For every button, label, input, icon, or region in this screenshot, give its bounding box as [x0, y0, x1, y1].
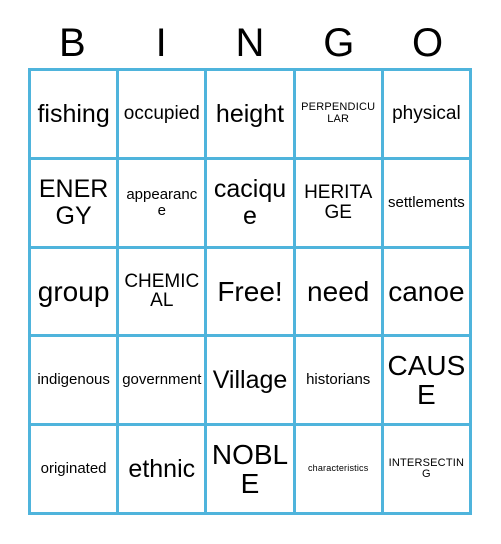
bingo-cell-label: HERITAGE: [304, 181, 373, 223]
bingo-header-letter-i: I: [155, 21, 167, 65]
bingo-header-letter-n: N: [235, 21, 265, 65]
bingo-cell-label: government: [122, 371, 202, 389]
bingo-cell-label: originated: [40, 460, 107, 478]
bingo-cell-label: characteristics: [307, 463, 369, 474]
bingo-cell[interactable]: characteristics: [295, 426, 384, 515]
bingo-cell[interactable]: PERPENDICULAR: [295, 71, 384, 160]
bingo-cell[interactable]: Village: [207, 337, 296, 427]
bingo-cell-label: height: [215, 99, 285, 128]
bingo-cell[interactable]: physical: [383, 71, 472, 160]
bingo-cell-label: CAUSE: [387, 349, 466, 411]
bingo-cell-label: PERPENDICULAR: [301, 101, 376, 125]
bingo-cell[interactable]: group: [31, 248, 120, 338]
bingo-cell-label: indigenous: [37, 371, 110, 389]
bingo-cell[interactable]: CAUSE: [383, 337, 472, 427]
bingo-cell-label: Village: [212, 366, 288, 395]
bingo-cell-label: settlements: [388, 193, 465, 211]
bingo-header-letter-o: O: [412, 21, 444, 65]
bingo-cell[interactable]: CHEMICAL: [119, 248, 208, 338]
bingo-cell[interactable]: government: [119, 337, 208, 427]
bingo-header-letter-b: B: [59, 21, 86, 65]
bingo-cell-label: fishing: [37, 99, 110, 128]
bingo-header-letter-g: G: [323, 21, 355, 65]
bingo-cell[interactable]: occupied: [119, 71, 208, 160]
bingo-cell[interactable]: canoe: [383, 248, 472, 338]
bingo-cell[interactable]: originated: [31, 426, 120, 515]
bingo-cell-label: Free!: [217, 275, 283, 307]
bingo-cell-label: cacique: [213, 175, 287, 230]
bingo-cell-label: CHEMICAL: [124, 270, 200, 312]
bingo-cell[interactable]: fishing: [31, 71, 120, 160]
bingo-cell-label: appearance: [126, 185, 198, 219]
bingo-cell[interactable]: appearance: [119, 159, 208, 249]
bingo-grid: fishing occupied height PERPENDICULAR physic…: [28, 68, 472, 515]
bingo-cell-label: historians: [306, 371, 371, 389]
bingo-cell-label: ethnic: [128, 454, 196, 483]
bingo-cell[interactable]: ethnic: [119, 426, 208, 515]
bingo-cell[interactable]: height: [207, 71, 296, 160]
bingo-cell[interactable]: need: [295, 248, 384, 338]
bingo-card: B I N G O fishing occupied height PERPENDICULAR…: [0, 0, 501, 544]
bingo-cell[interactable]: settlements: [383, 159, 472, 249]
bingo-cell-label: physical: [392, 102, 461, 124]
bingo-cell-label: need: [307, 275, 370, 307]
bingo-cell-label: ENERGY: [38, 175, 109, 230]
bingo-cell[interactable]: INTERSECTING: [383, 426, 472, 515]
bingo-cell[interactable]: ENERGY: [31, 159, 120, 249]
bingo-cell-free-space[interactable]: Free!: [207, 248, 296, 338]
bingo-cell-label: NOBLE: [211, 438, 289, 500]
bingo-cell-label: group: [37, 275, 110, 307]
bingo-cell-label: INTERSECTING: [388, 456, 465, 481]
bingo-cell[interactable]: cacique: [207, 159, 296, 249]
bingo-cell[interactable]: historians: [295, 337, 384, 427]
bingo-cell[interactable]: HERITAGE: [295, 159, 384, 249]
bingo-cell[interactable]: NOBLE: [207, 426, 296, 515]
bingo-cell-label: occupied: [123, 102, 200, 124]
bingo-cell[interactable]: indigenous: [31, 337, 120, 427]
bingo-header: BINGO: [28, 18, 472, 68]
bingo-cell-label: canoe: [388, 275, 465, 307]
